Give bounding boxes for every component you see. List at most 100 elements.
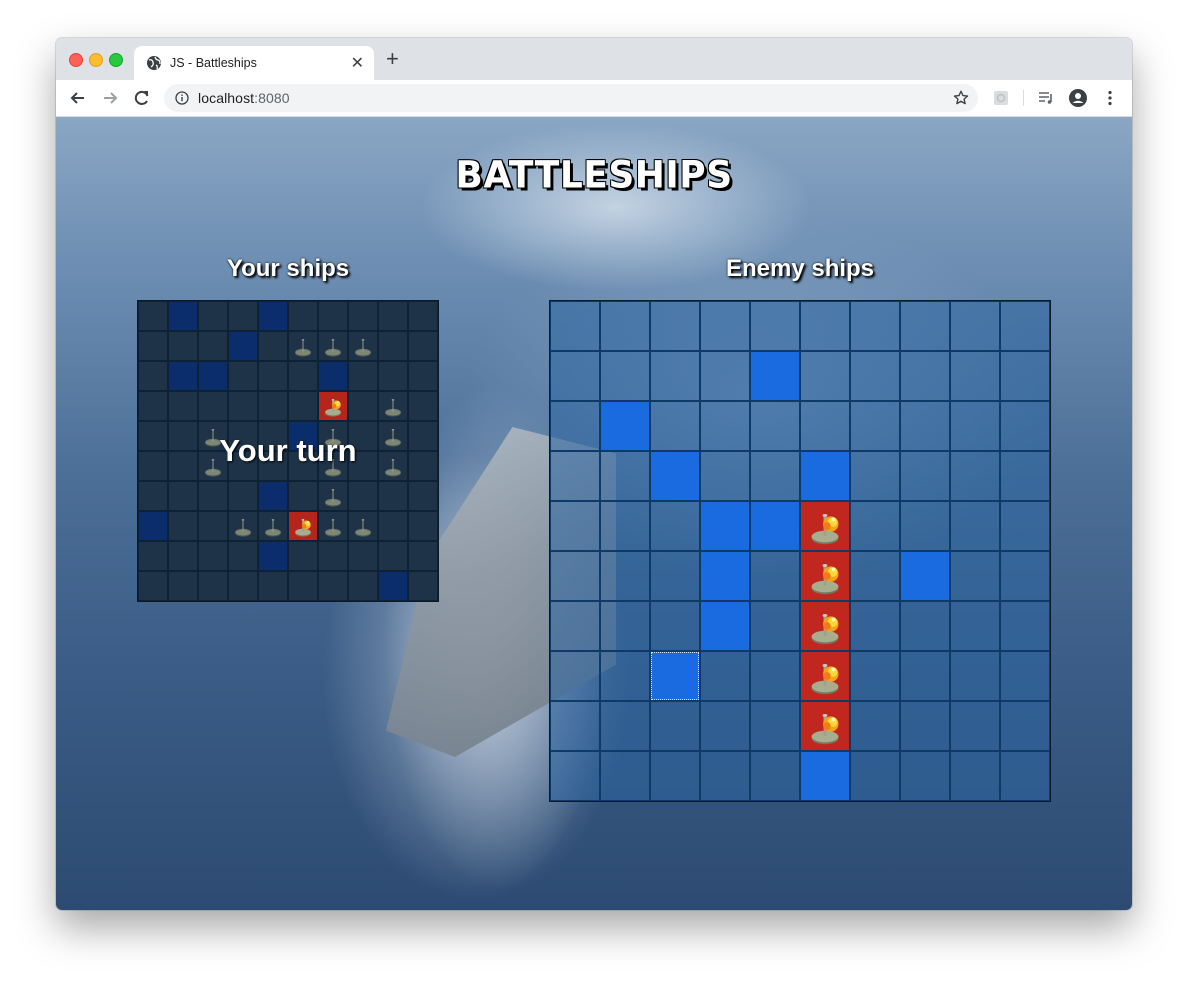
enemy-cell[interactable] [550,601,600,651]
url-text[interactable]: localhost:8080 [198,90,290,106]
enemy-cell[interactable] [750,651,800,701]
enemy-cell[interactable] [800,301,850,351]
enemy-cell[interactable] [800,601,850,651]
profile-icon[interactable] [1068,88,1088,108]
enemy-cell[interactable] [750,701,800,751]
enemy-cell[interactable] [650,701,700,751]
enemy-cell[interactable] [550,451,600,501]
enemy-cell[interactable] [550,351,600,401]
enemy-cell[interactable] [600,551,650,601]
minimize-window-button[interactable] [89,53,103,67]
enemy-cell[interactable] [700,601,750,651]
enemy-cell[interactable] [650,351,700,401]
enemy-cell[interactable] [800,401,850,451]
enemy-cell[interactable] [900,451,950,501]
maximize-window-button[interactable] [109,53,123,67]
enemy-cell[interactable] [750,301,800,351]
enemy-cell[interactable] [900,701,950,751]
enemy-cell[interactable] [800,501,850,551]
enemy-cell[interactable] [950,501,1000,551]
enemy-cell[interactable] [1000,401,1050,451]
enemy-cell[interactable] [1000,501,1050,551]
reload-icon[interactable] [132,88,152,108]
enemy-cell[interactable] [1000,651,1050,701]
enemy-cell[interactable] [750,751,800,801]
new-tab-button[interactable]: + [386,48,399,70]
enemy-cell[interactable] [700,401,750,451]
back-arrow-icon[interactable] [68,88,88,108]
browser-tab[interactable]: JS - Battleships ✕ [134,46,374,80]
enemy-cell[interactable] [550,301,600,351]
enemy-cell[interactable] [800,451,850,501]
enemy-cell[interactable] [600,751,650,801]
enemy-cell[interactable] [1000,301,1050,351]
enemy-cell[interactable] [1000,601,1050,651]
enemy-cell[interactable] [750,551,800,601]
enemy-cell[interactable] [850,351,900,401]
enemy-cell[interactable] [850,551,900,601]
enemy-cell[interactable] [950,451,1000,501]
enemy-cell[interactable] [950,601,1000,651]
enemy-cell[interactable] [550,651,600,701]
enemy-cell[interactable] [700,701,750,751]
enemy-cell[interactable] [650,751,700,801]
enemy-cell[interactable] [650,551,700,601]
enemy-cell[interactable] [850,401,900,451]
enemy-cell[interactable] [900,501,950,551]
enemy-cell[interactable] [700,351,750,401]
enemy-cell[interactable] [700,301,750,351]
enemy-cell[interactable] [850,501,900,551]
enemy-cell[interactable] [600,701,650,751]
enemy-cell[interactable] [700,451,750,501]
enemy-cell[interactable] [850,701,900,751]
enemy-cell[interactable] [850,601,900,651]
enemy-cell[interactable] [1000,551,1050,601]
enemy-cell[interactable] [1000,701,1050,751]
enemy-cell[interactable] [850,301,900,351]
enemy-cell[interactable] [800,701,850,751]
enemy-cell[interactable] [800,351,850,401]
enemy-cell[interactable] [900,351,950,401]
enemy-cell[interactable] [800,651,850,701]
enemy-cell[interactable] [850,451,900,501]
bookmark-star-icon[interactable] [952,89,970,107]
enemy-cell[interactable] [700,651,750,701]
close-tab-icon[interactable]: ✕ [351,53,364,73]
enemy-cell[interactable] [550,401,600,451]
media-queue-icon[interactable] [1036,88,1056,108]
forward-arrow-icon[interactable] [100,88,120,108]
enemy-cell[interactable] [550,551,600,601]
enemy-cell[interactable] [900,401,950,451]
enemy-cell[interactable] [550,701,600,751]
enemy-cell[interactable] [900,301,950,351]
enemy-cell[interactable] [950,301,1000,351]
enemy-cell[interactable] [800,551,850,601]
enemy-cell[interactable] [600,401,650,451]
enemy-cell[interactable] [650,401,700,451]
enemy-cell[interactable] [600,301,650,351]
enemy-cell[interactable] [750,401,800,451]
enemy-cell[interactable] [600,501,650,551]
enemy-cell[interactable] [950,351,1000,401]
enemy-cell[interactable] [1000,451,1050,501]
enemy-cell[interactable] [650,451,700,501]
enemy-cell[interactable] [1000,351,1050,401]
info-icon[interactable] [175,91,189,105]
enemy-cell[interactable] [750,601,800,651]
enemy-cell[interactable] [650,601,700,651]
extension-icon[interactable] [991,88,1011,108]
enemy-cell[interactable] [700,751,750,801]
enemy-cell[interactable] [650,501,700,551]
address-bar[interactable]: localhost:8080 [164,84,978,112]
enemy-cell[interactable] [950,401,1000,451]
enemy-cell[interactable] [950,751,1000,801]
enemy-cell[interactable] [950,701,1000,751]
enemy-cell[interactable] [600,451,650,501]
enemy-cell[interactable] [650,301,700,351]
enemy-cell[interactable] [750,351,800,401]
enemy-cell[interactable] [950,651,1000,701]
enemy-cell[interactable] [900,601,950,651]
enemy-cell[interactable] [750,451,800,501]
enemy-cell[interactable] [850,751,900,801]
enemy-cell[interactable] [600,651,650,701]
